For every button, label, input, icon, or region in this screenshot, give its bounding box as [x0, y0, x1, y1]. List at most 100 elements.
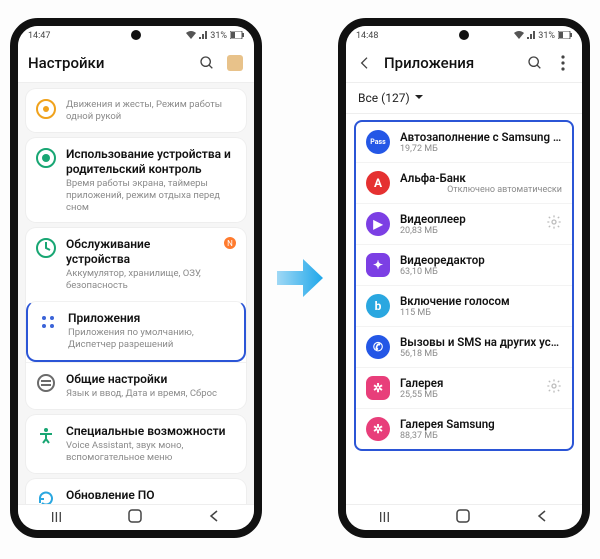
apps-header: Приложения	[346, 46, 582, 83]
app-name: Видеоплеер	[400, 212, 536, 226]
update-icon	[36, 489, 56, 505]
app-size: 88,37 МБ	[400, 431, 562, 441]
nav-recents[interactable]: III	[51, 510, 62, 526]
nav-bar: III	[18, 504, 254, 530]
accessibility-icon	[36, 425, 56, 445]
settings-row[interactable]: ПриложенияПриложения по умолчанию, Диспе…	[26, 301, 246, 362]
settings-row[interactable]: Специальные возможностиVoice Assistant, …	[26, 415, 246, 473]
app-row[interactable]: bВключение голосом115 МБ	[356, 285, 572, 326]
phone-right: 14:48 31% Приложения	[338, 18, 590, 538]
app-name: Включение голосом	[400, 294, 562, 308]
row-title: Приложения	[68, 311, 234, 326]
app-icon: ✲	[366, 417, 390, 441]
battery-text: 31%	[210, 31, 227, 41]
apps-filter-dropdown[interactable]: Все (127)	[346, 83, 582, 114]
signal-icon	[527, 31, 535, 42]
filter-label: Все (127)	[358, 91, 410, 105]
row-text: Обновление ПОЗагрузка обновлений, послед…	[66, 488, 236, 505]
page-title: Приложения	[384, 54, 516, 72]
settings-row[interactable]: Обслуживание устройстваАккумулятор, хран…	[26, 228, 246, 301]
row-text: Общие настройкиЯзык и ввод, Дата и время…	[66, 372, 236, 400]
app-row[interactable]: ▶Видеоплеер20,83 МБ	[356, 203, 572, 244]
app-icon: ✲	[366, 376, 390, 400]
app-size: 56,18 МБ	[400, 349, 562, 359]
search-icon[interactable]	[526, 54, 544, 72]
more-icon[interactable]	[554, 54, 572, 72]
gear-icon[interactable]	[546, 214, 562, 234]
general-icon	[36, 373, 56, 393]
phone-left: 14:47 31% Настройки	[10, 18, 262, 538]
settings-row[interactable]: Общие настройкиЯзык и ввод, Дата и время…	[26, 362, 246, 409]
row-subtitle: Voice Assistant, звук моно, вспомогатель…	[66, 440, 236, 464]
row-title: Обслуживание устройства	[66, 237, 214, 267]
row-text: ПриложенияПриложения по умолчанию, Диспе…	[68, 311, 234, 351]
app-icon: А	[366, 171, 390, 195]
nav-back[interactable]	[535, 509, 549, 527]
settings-group: Движения и жесты, Режим работы одной рук…	[26, 89, 246, 132]
nav-home[interactable]	[456, 509, 470, 527]
app-name: Автозаполнение с Samsung Pas..	[400, 130, 562, 144]
wifi-icon	[514, 31, 524, 42]
settings-row[interactable]: Использование устройства и родительский …	[26, 138, 246, 223]
row-subtitle: Аккумулятор, хранилище, ОЗУ, безопасност…	[66, 268, 214, 292]
apps-list[interactable]: Pass Автозаполнение с Samsung Pas..19,72 …	[354, 120, 574, 451]
notification-badge: N	[224, 237, 236, 249]
status-time: 14:48	[356, 31, 378, 41]
settings-group: Обновление ПОЗагрузка обновлений, послед…	[26, 479, 246, 505]
app-status-note: Отключено автоматически	[400, 185, 562, 195]
app-icon: ✦	[366, 253, 390, 277]
app-row[interactable]: Pass Автозаполнение с Samsung Pas..19,72 …	[356, 122, 572, 162]
settings-row[interactable]: Движения и жесты, Режим работы одной рук…	[26, 89, 246, 132]
app-row[interactable]: ААльфа-БанкОтключено автоматически	[356, 162, 572, 203]
camera-notch	[459, 30, 469, 40]
app-icon: Pass	[366, 130, 390, 154]
signal-icon	[199, 31, 207, 42]
camera-notch	[131, 30, 141, 40]
row-title: Общие настройки	[66, 372, 236, 387]
app-row[interactable]: ✲Галерея25,55 МБ	[356, 367, 572, 408]
row-subtitle: Время работы экрана, таймеры приложений,…	[66, 178, 236, 214]
settings-group: Использование устройства и родительский …	[26, 138, 246, 223]
app-row[interactable]: ✲ Галерея Samsung88,37 МБ	[356, 408, 572, 449]
chevron-down-icon	[414, 91, 424, 105]
nav-bar: III	[346, 504, 582, 530]
settings-header: Настройки	[18, 46, 254, 83]
gear-icon[interactable]	[546, 378, 562, 398]
page-title: Настройки	[28, 54, 188, 72]
row-text: Использование устройства и родительский …	[66, 147, 236, 214]
wellbeing-icon	[36, 148, 56, 168]
settings-list[interactable]: Движения и жесты, Режим работы одной рук…	[18, 83, 254, 504]
back-icon[interactable]	[356, 54, 374, 72]
app-size: 63,10 МБ	[400, 267, 562, 277]
battery-icon	[230, 31, 244, 42]
app-row[interactable]: ✆ Вызовы и SMS на других устро..56,18 МБ	[356, 326, 572, 367]
apps-icon	[38, 312, 58, 332]
row-title: Использование устройства и родительский …	[66, 147, 236, 177]
row-subtitle: Приложения по умолчанию, Диспетчер разре…	[68, 327, 234, 351]
care-icon	[36, 238, 56, 258]
settings-group: Специальные возможностиVoice Assistant, …	[26, 415, 246, 473]
row-title: Специальные возможности	[66, 424, 236, 439]
app-row[interactable]: ✦ Видеоредактор63,10 МБ	[356, 244, 572, 285]
row-text: Специальные возможностиVoice Assistant, …	[66, 424, 236, 464]
row-subtitle: Движения и жесты, Режим работы одной рук…	[66, 99, 236, 123]
search-icon[interactable]	[198, 54, 216, 72]
app-size: 20,83 МБ	[400, 226, 536, 236]
status-time: 14:47	[28, 31, 50, 41]
account-icon[interactable]	[226, 54, 244, 72]
battery-icon	[558, 31, 572, 42]
nav-back[interactable]	[207, 509, 221, 527]
app-name: Видеоредактор	[400, 253, 562, 267]
settings-row[interactable]: Обновление ПОЗагрузка обновлений, послед…	[26, 479, 246, 505]
app-name: Вызовы и SMS на других устро..	[400, 335, 562, 349]
flow-arrow-icon	[275, 255, 325, 301]
battery-text: 31%	[538, 31, 555, 41]
app-icon: ✆	[366, 335, 390, 359]
nav-home[interactable]	[128, 509, 142, 527]
app-size: 25,55 МБ	[400, 390, 536, 400]
app-size: 19,72 МБ	[400, 144, 562, 154]
row-subtitle: Язык и ввод, Дата и время, Сброс	[66, 388, 236, 400]
app-name: Галерея Samsung	[400, 417, 562, 431]
gesture-icon	[36, 99, 56, 119]
nav-recents[interactable]: III	[379, 510, 390, 526]
